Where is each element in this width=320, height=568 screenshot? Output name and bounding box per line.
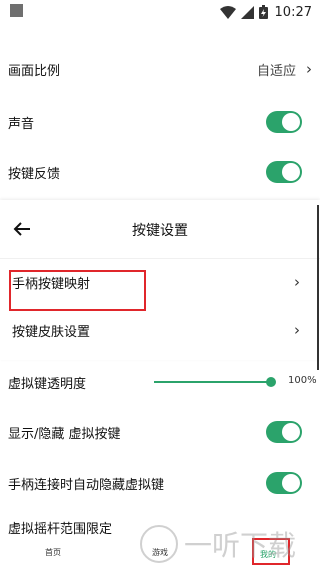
- toggle-knob: [282, 163, 300, 181]
- key-feedback-toggle[interactable]: [266, 161, 302, 183]
- aspect-ratio-label: 画面比例: [8, 63, 61, 79]
- show-hide-toggle[interactable]: [266, 421, 302, 443]
- clock: 10:27: [274, 4, 312, 20]
- opacity-slider[interactable]: [154, 377, 276, 387]
- watermark-logo-icon: [140, 525, 178, 563]
- chevron-right-icon: ›: [294, 273, 300, 291]
- highlight-box: [9, 270, 146, 311]
- watermark: 一听下载: [140, 520, 320, 568]
- watermark-text: 一听下载: [184, 529, 297, 562]
- wifi-icon: [219, 5, 236, 19]
- divider: [0, 258, 320, 259]
- aspect-ratio-value: 自适应: [256, 63, 296, 79]
- chevron-right-icon: ›: [306, 60, 312, 78]
- signal-icon: [240, 5, 254, 19]
- status-bar: 10:27: [0, 0, 320, 24]
- aspect-ratio-row[interactable]: 画面比例 自适应 ›: [0, 47, 320, 91]
- scrollbar[interactable]: [317, 205, 319, 370]
- nav-home[interactable]: 首页: [45, 547, 61, 558]
- panel-title: 按键设置: [132, 223, 188, 239]
- panel-header: 按键设置: [0, 208, 320, 252]
- key-skin-label: 按键皮肤设置: [12, 324, 91, 340]
- slider-thumb[interactable]: [266, 377, 276, 387]
- chevron-right-icon: ›: [294, 321, 300, 339]
- auto-hide-toggle[interactable]: [266, 472, 302, 494]
- toggle-knob: [282, 423, 300, 441]
- slider-track: [154, 381, 272, 383]
- notification-icon: [10, 4, 23, 17]
- toggle-knob: [282, 474, 300, 492]
- toggle-knob: [282, 113, 300, 131]
- status-icons: 10:27: [219, 3, 312, 21]
- battery-icon: [258, 5, 268, 19]
- sound-toggle[interactable]: [266, 111, 302, 133]
- key-skin-row[interactable]: 按键皮肤设置 ›: [0, 308, 320, 352]
- opacity-value: 100%: [288, 375, 317, 386]
